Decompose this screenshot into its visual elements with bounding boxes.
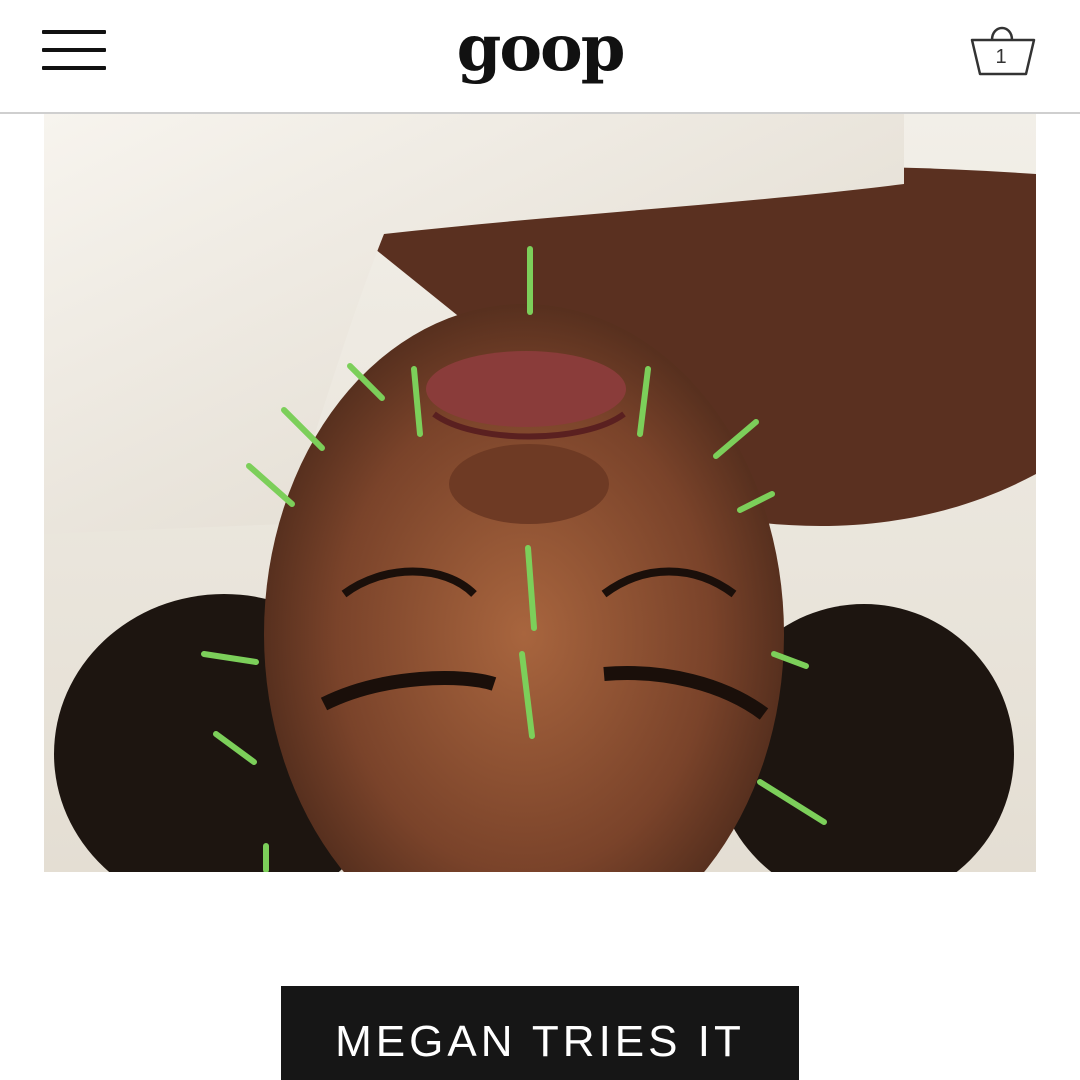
acupuncture-facial-photo — [44, 114, 1036, 872]
hamburger-menu-icon[interactable] — [42, 28, 108, 74]
page: goop 1 MEGAN TRIES IT — [0, 0, 1080, 1080]
megan-tries-it-button[interactable]: MEGAN TRIES IT — [281, 986, 799, 1080]
cart-count-badge: 1 — [995, 46, 1007, 68]
shopping-bag-button[interactable]: 1 — [968, 18, 1040, 82]
site-logo[interactable]: goop — [440, 4, 640, 94]
hero-image[interactable] — [44, 114, 1036, 872]
site-header: goop 1 — [0, 0, 1080, 114]
